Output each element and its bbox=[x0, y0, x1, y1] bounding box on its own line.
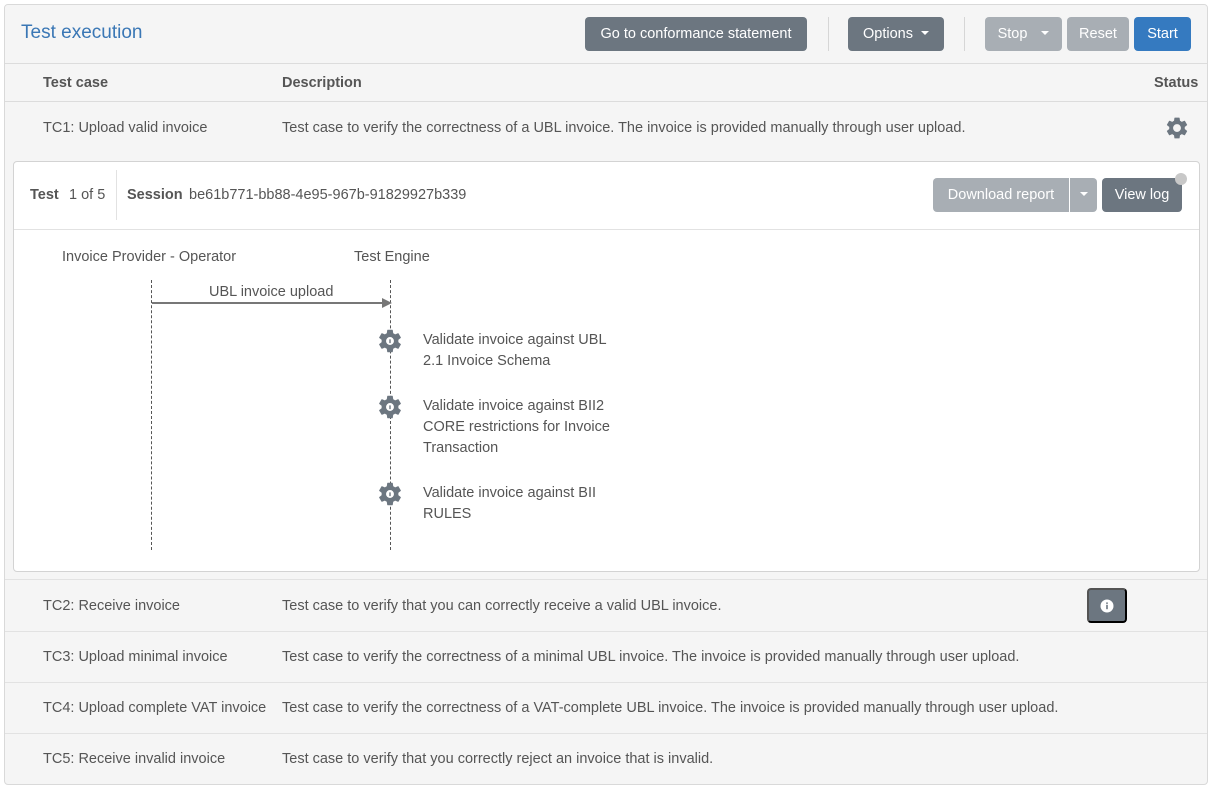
options-button[interactable]: Options bbox=[848, 17, 944, 51]
options-label: Options bbox=[863, 26, 913, 42]
gear-icon[interactable] bbox=[1164, 115, 1190, 141]
lifeline-invoice-provider bbox=[151, 280, 152, 550]
test-case-name[interactable]: TC3: Upload minimal invoice bbox=[43, 649, 228, 665]
test-label: Test bbox=[30, 187, 59, 203]
column-header-status: Status bbox=[1154, 75, 1199, 91]
message-label: UBL invoice upload bbox=[209, 284, 334, 300]
chevron-down-icon bbox=[1079, 192, 1088, 197]
reset-button[interactable]: Reset bbox=[1067, 17, 1129, 51]
test-case-name[interactable]: TC4: Upload complete VAT invoice bbox=[43, 700, 266, 716]
session-header: Test 1 of 5 Session be61b771-bb88-4e95-9… bbox=[14, 162, 1199, 230]
stop-button[interactable]: Stop bbox=[985, 17, 1062, 51]
info-button[interactable] bbox=[1087, 588, 1127, 623]
download-report-button[interactable]: Download report bbox=[933, 178, 1069, 212]
header-divider bbox=[828, 17, 829, 51]
chevron-down-icon bbox=[1041, 31, 1050, 36]
conformance-statement-button[interactable]: Go to conformance statement bbox=[585, 17, 807, 51]
download-report-dropdown[interactable] bbox=[1070, 178, 1097, 212]
step-description: Validate invoice against UBL 2.1 Invoice… bbox=[423, 332, 606, 369]
step-description: Validate invoice against BII RULES bbox=[423, 485, 597, 522]
row-divider bbox=[5, 579, 1207, 580]
session-divider bbox=[116, 170, 117, 220]
row-divider bbox=[5, 682, 1207, 683]
gear-icon[interactable] bbox=[376, 480, 404, 508]
session-id: be61b771-bb88-4e95-967b-91829927b339 bbox=[189, 187, 467, 203]
gear-icon[interactable] bbox=[376, 393, 404, 421]
test-case-description: Test case to verify the correctness of a… bbox=[282, 700, 1059, 716]
header-divider bbox=[964, 17, 965, 51]
page-title: Test execution bbox=[21, 22, 143, 43]
column-header-test-case: Test case bbox=[43, 75, 109, 91]
column-header-description: Description bbox=[282, 75, 362, 91]
test-case-name[interactable]: TC1: Upload valid invoice bbox=[43, 120, 207, 136]
row-divider bbox=[5, 733, 1207, 734]
test-case-description: Test case to verify the correctness of a… bbox=[282, 649, 1020, 665]
view-log-button[interactable]: View log bbox=[1102, 178, 1182, 212]
test-case-description: Test case to verify that you correctly r… bbox=[282, 751, 714, 767]
stop-label: Stop bbox=[997, 26, 1028, 42]
status-indicator bbox=[1175, 173, 1187, 185]
test-case-description: Test case to verify the correctness of a… bbox=[282, 120, 966, 136]
actor-invoice-provider: Invoice Provider - Operator bbox=[62, 249, 237, 265]
panel-header: Test execution Go to conformance stateme… bbox=[5, 5, 1207, 64]
test-case-description: Test case to verify that you can correct… bbox=[282, 598, 722, 614]
arrow-right-icon bbox=[382, 298, 392, 308]
info-icon bbox=[1100, 599, 1114, 612]
gear-icon[interactable] bbox=[376, 327, 404, 355]
row-divider bbox=[5, 631, 1207, 632]
test-case-name[interactable]: TC2: Receive invoice bbox=[43, 598, 180, 614]
message-arrow-line bbox=[152, 302, 382, 304]
step-description: Validate invoice against BII2 CORE restr… bbox=[423, 398, 610, 456]
actor-test-engine: Test Engine bbox=[354, 249, 430, 265]
table-header-divider bbox=[5, 101, 1207, 102]
test-execution-panel: Test execution Go to conformance stateme… bbox=[4, 4, 1208, 785]
chevron-down-icon bbox=[920, 31, 929, 36]
test-session-panel: Test 1 of 5 Session be61b771-bb88-4e95-9… bbox=[13, 161, 1200, 572]
test-counter: 1 of 5 bbox=[69, 187, 106, 203]
session-label: Session bbox=[127, 187, 183, 203]
start-button[interactable]: Start bbox=[1134, 17, 1191, 51]
test-case-name[interactable]: TC5: Receive invalid invoice bbox=[43, 751, 225, 767]
